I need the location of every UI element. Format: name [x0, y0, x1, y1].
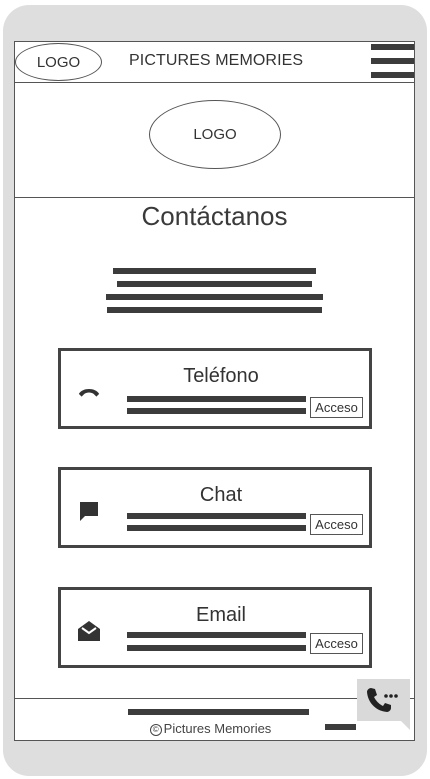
hero-logo: LOGO [149, 100, 281, 169]
copyright-icon: © [149, 724, 162, 736]
access-button-email[interactable]: Acceso [310, 633, 363, 654]
hamburger-icon[interactable] [371, 44, 414, 78]
contact-card-title: Chat [199, 484, 243, 506]
contact-card-title: Email [195, 604, 246, 626]
copyright-text: Pictures Memories [163, 721, 272, 736]
footer: © Pictures Memories [15, 698, 414, 740]
chat-fab-button[interactable] [357, 679, 410, 730]
contact-card-phone: Teléfono Acceso [58, 348, 372, 429]
top-navbar: LOGO PICTURES MEMORIES [15, 42, 414, 83]
contact-card-title: Teléfono [183, 365, 259, 387]
contact-card-email: Email Acceso [58, 587, 372, 668]
hero-logo-label: LOGO [193, 126, 237, 143]
phone-chat-icon [357, 679, 410, 730]
screen: LOGO PICTURES MEMORIES LOGO Contáctanos … [14, 41, 415, 741]
access-button-phone[interactable]: Acceso [310, 397, 363, 418]
intro-text-placeholder [15, 268, 414, 318]
contact-card-chat: Chat Acceso [58, 467, 372, 548]
access-button-chat[interactable]: Acceso [310, 514, 363, 535]
brand-name: PICTURES MEMORIES [129, 52, 304, 69]
hero-section: LOGO [15, 83, 414, 198]
header-logo[interactable]: LOGO [15, 43, 102, 81]
header-logo-label: LOGO [36, 53, 81, 71]
page-title: Contáctanos [141, 201, 288, 231]
